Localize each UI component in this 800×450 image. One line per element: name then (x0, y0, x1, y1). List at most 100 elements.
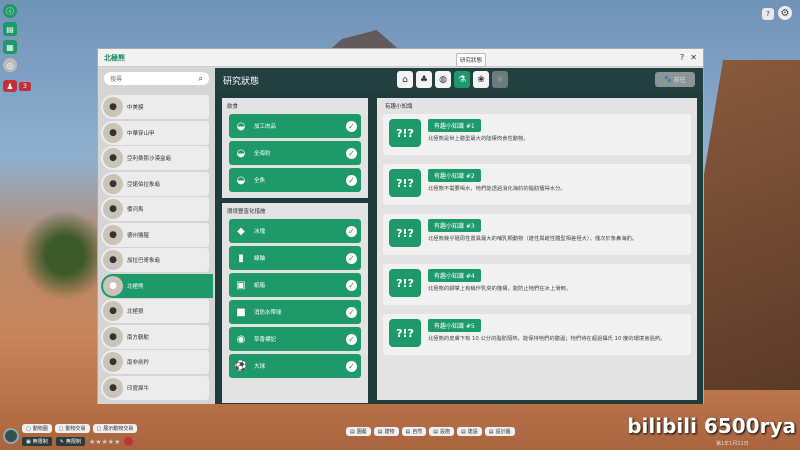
fact-title: 有趣小知識 #2 (428, 169, 481, 182)
animal-name: 亞利桑那沙漠盒龜 (127, 156, 172, 162)
animal-list-item[interactable]: ● 亞諾伯拉象龜 (101, 171, 209, 196)
food-item[interactable]: ◒ 加工肉品 ✓ (229, 114, 361, 138)
animal-name: 加拉巴哥象龜 (127, 258, 161, 264)
animal-name: 中美貘 (127, 105, 144, 111)
animal-name: 北極狼 (127, 309, 144, 315)
money-display[interactable]: ▣ 無限制 (22, 437, 52, 446)
build-tool-button[interactable]: ▤ 設施 (429, 427, 454, 436)
enrichment-label: 消防水帶球 (254, 310, 282, 316)
search-placeholder: 搜尋 (110, 76, 123, 83)
minimap-button[interactable] (3, 428, 19, 444)
animal-list-item[interactable]: ● 南方鶴駝 (101, 324, 209, 349)
animal-list-item[interactable]: ● 中美貘 (101, 95, 209, 119)
food-item[interactable]: ◒ 全海豹 ✓ (229, 141, 361, 165)
tab-building-icon[interactable]: ⌂ (397, 71, 413, 88)
build-tool-label: 建設 (467, 429, 478, 435)
zoo-icon: ▢ (26, 425, 31, 432)
enrichment-item[interactable]: ▮ 線軸 ✓ (229, 246, 361, 270)
enrichment-label: 大球 (254, 364, 266, 370)
enrichment-item[interactable]: ⚽ 大球 ✓ (229, 354, 361, 378)
food-item[interactable]: ◒ 全魚 ✓ (229, 168, 361, 192)
animal-list-item[interactable]: ● 南非劍羚 (101, 350, 209, 374)
goto-button[interactable]: 🐾 前往 (655, 72, 695, 87)
animal-list-item[interactable]: ● 中華穿山甲 (101, 120, 209, 145)
build-tool-button[interactable]: ▤ 建設 (457, 427, 482, 436)
tab-drop-icon[interactable]: ◍ (435, 71, 451, 88)
animal-list-item[interactable]: ● 加拉巴哥象龜 (101, 248, 209, 272)
animal-list-item[interactable]: ● 北極狼 (101, 299, 209, 323)
checkmark-icon: ✓ (346, 333, 357, 345)
animal-list-panel: 搜尋 ⌕ ● 中美貘 ● 中華穿山甲 ● 亞利桑那沙漠盒龜 ● 亞諾伯拉象龜 ● 倭河馬 ● 德州猯猩… (98, 68, 215, 404)
tool-icon: ▤ (488, 428, 494, 435)
help-icon[interactable]: ? (680, 53, 684, 62)
tool-icon: ▤ (405, 428, 411, 435)
research-display[interactable]: ✎ 無限制 (55, 437, 85, 446)
bottom-quick-button[interactable]: ▢ 展示動物交易 (92, 424, 138, 433)
bottom-quick-buttons: ▢ 動物園 ▢ 動物交易 ▢ 展示動物交易 (22, 424, 138, 433)
alert-circle-icon[interactable] (124, 437, 134, 446)
hose-ball-icon: ■ (236, 306, 246, 318)
zoopedia-window: 北極熊 ? ✕ 搜尋 ⌕ ● 中美貘 ● 中華穿山甲 ● 亞利桑那沙漠盒龜 ● 亞諾伯拉象龜 ●… (97, 48, 704, 404)
fact-content: 有趣小知識 #3 北極熊幾乎隨周性置異最大的哺乳類動物（雄性與雌性體型相差極大），… (428, 219, 637, 243)
animal-name: 德州猯猩 (127, 232, 150, 239)
checkmark-icon: ✓ (346, 252, 357, 264)
close-icon[interactable]: ✕ (690, 53, 697, 62)
fact-content: 有趣小知識 #4 北極熊的腳掌上有稱作乳突的隆構，能防止牠們在冰上滑倒。 (428, 269, 571, 293)
fact-bubble-icon: ?!? (389, 269, 421, 297)
info-icon[interactable]: ⓘ (3, 4, 17, 18)
person-alert-icon: ♟ (3, 80, 17, 92)
settings-hud-icon[interactable]: ◎ (3, 58, 17, 72)
tab-paw-icon[interactable]: ❀ (473, 71, 489, 88)
animal-list-item[interactable]: ● 德州猯猩 (101, 222, 209, 247)
enrichment-item[interactable]: ◉ 草香標記 ✓ (229, 327, 361, 351)
tab-mushroom-icon[interactable]: ♣ (416, 71, 432, 88)
fact-title: 有趣小知識 #3 (428, 219, 481, 232)
animal-list-item[interactable]: ● 亞利桑那沙漠盒龜 (101, 146, 209, 170)
clipboard-icon[interactable]: ▤ (3, 22, 17, 36)
checkmark-icon: ✓ (346, 120, 357, 132)
tab-flask-icon[interactable]: ⚗ (454, 71, 470, 88)
fact-card: ?!? 有趣小知識 #3 北極熊幾乎隨周性置異最大的哺乳類動物（雄性與雌性體型相差極… (383, 214, 691, 255)
enrichment-label: 線軸 (254, 256, 266, 262)
animal-avatar: ● (103, 326, 123, 347)
animal-list-item[interactable]: ● 印度犀牛 (101, 375, 209, 400)
enrichment-item[interactable]: ■ 消防水帶球 ✓ (229, 300, 361, 324)
search-icon[interactable]: ⌕ (199, 74, 203, 84)
alert-badge[interactable]: ♟ 3 (3, 80, 31, 92)
build-tool-label: 建物 (384, 429, 395, 435)
animal-name: 北極熊 (127, 283, 144, 290)
bottom-quick-button[interactable]: ▢ 動物交易 (54, 424, 90, 433)
build-tool-button[interactable]: ▤ 建物 (373, 427, 399, 436)
animal-avatar: ● (103, 301, 123, 321)
calendar-icon[interactable]: ▦ (3, 40, 17, 54)
animal-avatar: ● (103, 199, 123, 219)
bottom-quick-label: 動物交易 (65, 426, 86, 432)
help-button[interactable]: ? (762, 8, 774, 20)
animal-avatar: ● (103, 224, 123, 245)
animal-list-item[interactable]: ● 北極熊 (101, 273, 213, 298)
research-value: 無限制 (65, 439, 81, 445)
gear-icon[interactable]: ⚙ (778, 6, 792, 20)
enrichment-item[interactable]: ◆ 冰塊 ✓ (229, 219, 361, 243)
checkmark-icon: ✓ (346, 225, 357, 237)
facts-heading: 有趣小知識 (385, 104, 413, 110)
content-header: 研究狀態 ⌂ ♣ ◍ ⚗ ❀ ♕ 🐾 前往 (215, 68, 703, 92)
fact-bubble-icon: ?!? (389, 119, 421, 147)
build-tool-button[interactable]: ▤ 設計圖 (484, 427, 515, 436)
tab-trophy-icon[interactable]: ♕ (492, 71, 508, 88)
food-panel: 飲食 ◒ 加工肉品 ✓ ◒ 全海豹 ✓ ◒ 全魚 ✓ (222, 98, 368, 198)
animal-avatar: ● (103, 173, 123, 194)
animal-list-item[interactable]: ● 倭河馬 (101, 197, 209, 221)
build-tool-button[interactable]: ▤ 自然 (401, 427, 427, 436)
search-input[interactable]: 搜尋 ⌕ (104, 72, 209, 85)
build-tool-button[interactable]: ▤ 園藝 (346, 427, 371, 436)
fact-body: 北極熊的皮膚下有 10 公分的脂肪隔熱，能保持牠們的體溫；牠們待在超過攝氏 10… (428, 336, 666, 342)
money-value: 無限制 (32, 439, 48, 445)
build-toolbar: ▤ 園藝 ▤ 建物 ▤ 自然 ▤ 設施 ▤ 建設 ▤ 設計圖 (346, 427, 515, 436)
build-tool-label: 自然 (412, 429, 423, 435)
bottom-status: ▣ 無限制 ✎ 無限制 ★★★★★ (22, 437, 134, 446)
enrichment-item[interactable]: ▣ 紙箱 ✓ (229, 273, 361, 297)
zoo-rating-stars[interactable]: ★★★★★ (89, 438, 120, 446)
bottom-quick-button[interactable]: ▢ 動物園 (22, 424, 52, 433)
food-heading: 飲食 (227, 104, 239, 110)
